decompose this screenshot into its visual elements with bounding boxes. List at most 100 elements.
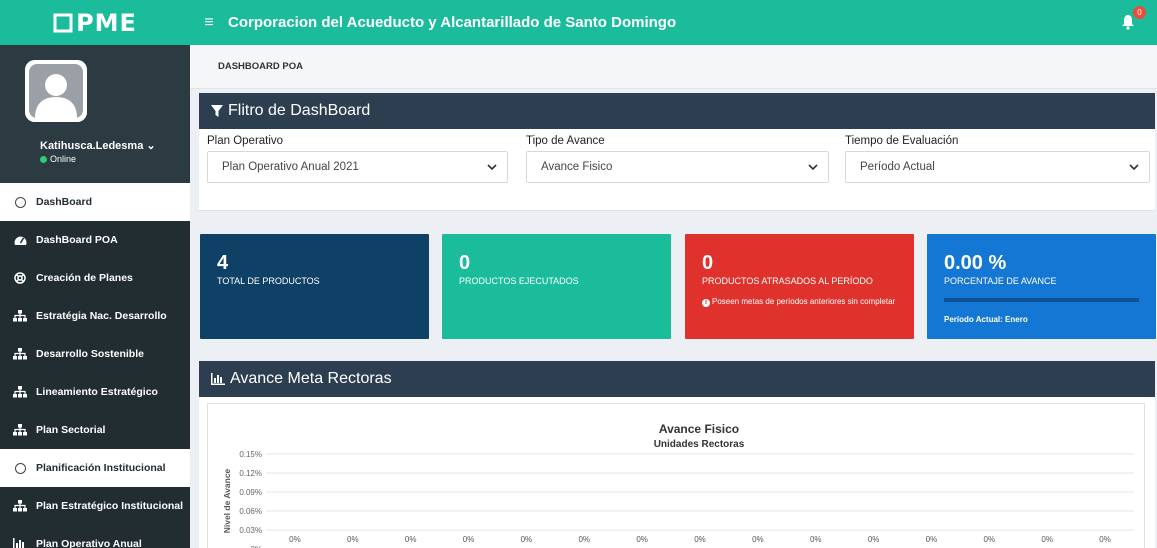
chevron-down-icon — [487, 164, 497, 171]
sidebar-item-label: Planificación Institucional — [36, 462, 166, 474]
card-label: PRODUCTOS ATRASADOS AL PERÍODO — [702, 276, 873, 286]
chart-data-labels: 0% 0% 0% 0% 0% 0% 0% 0% 0% 0% 0% 0% 0% 0% 0% — [289, 535, 1111, 544]
bar-data-label: 0% — [926, 535, 938, 544]
sidebar-item-label: Estratégia Nac. Desarrollo — [36, 310, 167, 322]
bar-data-label: 0% — [578, 535, 590, 544]
sidebar: Katihusca.Ledesma ⌄ Online DashBoard Dash… — [0, 45, 190, 548]
status-text: Online — [50, 154, 77, 164]
sitemap-icon — [13, 500, 27, 512]
tiempo-evaluacion-select[interactable]: Período Actual — [845, 151, 1150, 183]
sidebar-item-dashboard-poa[interactable]: DashBoard POA — [0, 221, 190, 259]
card-sub: Período Actual: Enero — [944, 315, 1028, 324]
chart-panel-title: Avance Meta Rectoras — [230, 370, 392, 387]
bar-data-label: 0% — [1099, 535, 1111, 544]
porcentaje-avance-card: 0.00 % PORCENTAJE DE AVANCE Período Actu… — [927, 234, 1156, 339]
bar-chart-icon — [13, 538, 27, 548]
hamburger-icon[interactable]: ≡ — [190, 14, 228, 32]
tipo-avance-label: Tipo de Avance — [526, 135, 605, 147]
breadcrumb: DASHBOARD POA — [190, 45, 1157, 89]
info-icon: i — [702, 299, 710, 307]
circle-icon — [13, 462, 27, 474]
dashboard-icon — [13, 234, 27, 246]
sidebar-item-plan-sectorial[interactable]: Plan Sectorial — [0, 411, 190, 449]
bar-data-label: 0% — [1041, 535, 1053, 544]
user-silhouette-icon — [25, 60, 87, 122]
bar-data-label: 0% — [868, 535, 880, 544]
circle-icon — [13, 196, 27, 208]
chart-y-ticks: 0.15%0.12%0.09%0.06%0.03%0% — [239, 450, 262, 548]
sidebar-item-dashboard[interactable]: DashBoard — [0, 183, 190, 221]
bar-data-label: 0% — [347, 535, 359, 544]
y-tick-label: 0.03% — [239, 526, 262, 535]
y-tick-label: 0.09% — [239, 488, 262, 497]
progress-bar — [944, 298, 1139, 302]
chevron-down-icon — [1129, 164, 1139, 171]
bar-data-label: 0% — [289, 535, 301, 544]
chart-grid — [266, 453, 1134, 531]
card-label: PORCENTAJE DE AVANCE — [944, 276, 1057, 286]
card-value: 0 — [702, 252, 714, 274]
user-name: Katihusca.Ledesma — [40, 140, 144, 152]
avatar — [25, 60, 87, 122]
chart-subtitle: Unidades Rectoras — [654, 439, 745, 450]
user-status: Online — [40, 154, 76, 164]
bar-data-label: 0% — [405, 535, 417, 544]
sidebar-item-label: Plan Estratégico Institucional — [36, 500, 184, 512]
card-label: TOTAL DE PRODUCTOS — [217, 276, 320, 286]
card-value: 0 — [459, 252, 471, 274]
plan-operativo-value: Plan Operativo Anual 2021 — [222, 161, 359, 173]
sidebar-item-lineamiento-estratégico[interactable]: Lineamiento Estratégico — [0, 373, 190, 411]
filter-icon — [211, 105, 223, 117]
online-dot-icon — [40, 155, 47, 163]
sitemap-icon — [13, 348, 27, 360]
sidebar-item-creación-de-planes[interactable]: Creación de Planes — [0, 259, 190, 297]
chart-title: Avance Fisico — [659, 422, 739, 436]
sidebar-menu: DashBoard DashBoard POA Creación de Planes… — [0, 183, 190, 548]
tiempo-evaluacion-value: Período Actual — [860, 161, 935, 173]
card-note-text: Poseen metas de períodos anteriores sin … — [712, 297, 896, 306]
sidebar-item-plan-operativo-anual[interactable]: Plan Operativo Anual — [0, 525, 190, 548]
sidebar-item-label: DashBoard — [36, 196, 93, 208]
sidebar-item-label: Creación de Planes — [36, 272, 133, 284]
sidebar-item-label: Plan Operativo Anual — [36, 538, 142, 548]
bar-data-label: 0% — [636, 535, 648, 544]
sidebar-item-label: DashBoard POA — [36, 234, 118, 246]
productos-atrasados-card: 0 PRODUCTOS ATRASADOS AL PERÍODO i Poseen… — [685, 234, 914, 339]
y-tick-label: 0.06% — [239, 507, 262, 516]
bar-data-label: 0% — [752, 535, 764, 544]
sidebar-item-plan-estratégico-institucional[interactable]: Plan Estratégico Institucional — [0, 487, 190, 525]
bar-data-label: 0% — [694, 535, 706, 544]
sidebar-item-label: Desarrollo Sostenible — [36, 348, 144, 360]
tipo-avance-select[interactable]: Avance Fisico — [526, 151, 829, 183]
total-productos-card: 4 TOTAL DE PRODUCTOS — [200, 234, 429, 339]
card-value: 4 — [217, 252, 229, 274]
plan-operativo-select[interactable]: Plan Operativo Anual 2021 — [207, 151, 508, 183]
bar-chart-icon — [211, 373, 225, 385]
chevron-down-icon: ⌄ — [146, 140, 156, 152]
avance-chart: Avance Fisico Unidades Rectoras Nivel de… — [222, 422, 1134, 548]
breadcrumb-text: DASHBOARD POA — [218, 61, 303, 72]
user-panel: Katihusca.Ledesma ⌄ Online — [0, 45, 190, 183]
app-logo[interactable]: PME — [0, 0, 190, 45]
plan-operativo-label: Plan Operativo — [207, 135, 284, 147]
tipo-avance-value: Avance Fisico — [541, 161, 613, 173]
bell-icon[interactable] — [1121, 14, 1135, 30]
card-label: PRODUCTOS EJECUTADOS — [459, 276, 579, 286]
chart-panel-header: Avance Meta Rectoras — [199, 361, 1155, 397]
chart-panel-body: Avance Fisico Unidades Rectoras Nivel de… — [199, 397, 1155, 548]
user-name-dropdown[interactable]: Katihusca.Ledesma ⌄ — [40, 139, 156, 152]
sitemap-icon — [13, 310, 27, 322]
sidebar-item-planificación-institucional[interactable]: Planificación Institucional — [0, 449, 190, 487]
bar-data-label: 0% — [463, 535, 475, 544]
logo-text: PME — [76, 8, 137, 37]
bar-data-label: 0% — [521, 535, 533, 544]
sidebar-item-estratégia-nac-desarrollo[interactable]: Estratégia Nac. Desarrollo — [0, 297, 190, 335]
bar-data-label: 0% — [984, 535, 996, 544]
y-tick-label: 0.12% — [239, 469, 262, 478]
chevron-down-icon — [808, 164, 818, 171]
chart-container: Avance Fisico Unidades Rectoras Nivel de… — [207, 403, 1145, 548]
productos-ejecutados-card: 0 PRODUCTOS EJECUTADOS — [442, 234, 671, 339]
sidebar-item-desarrollo-sostenible[interactable]: Desarrollo Sostenible — [0, 335, 190, 373]
card-value: 0.00 % — [944, 252, 1007, 274]
notification-badge: 0 — [1133, 6, 1146, 19]
